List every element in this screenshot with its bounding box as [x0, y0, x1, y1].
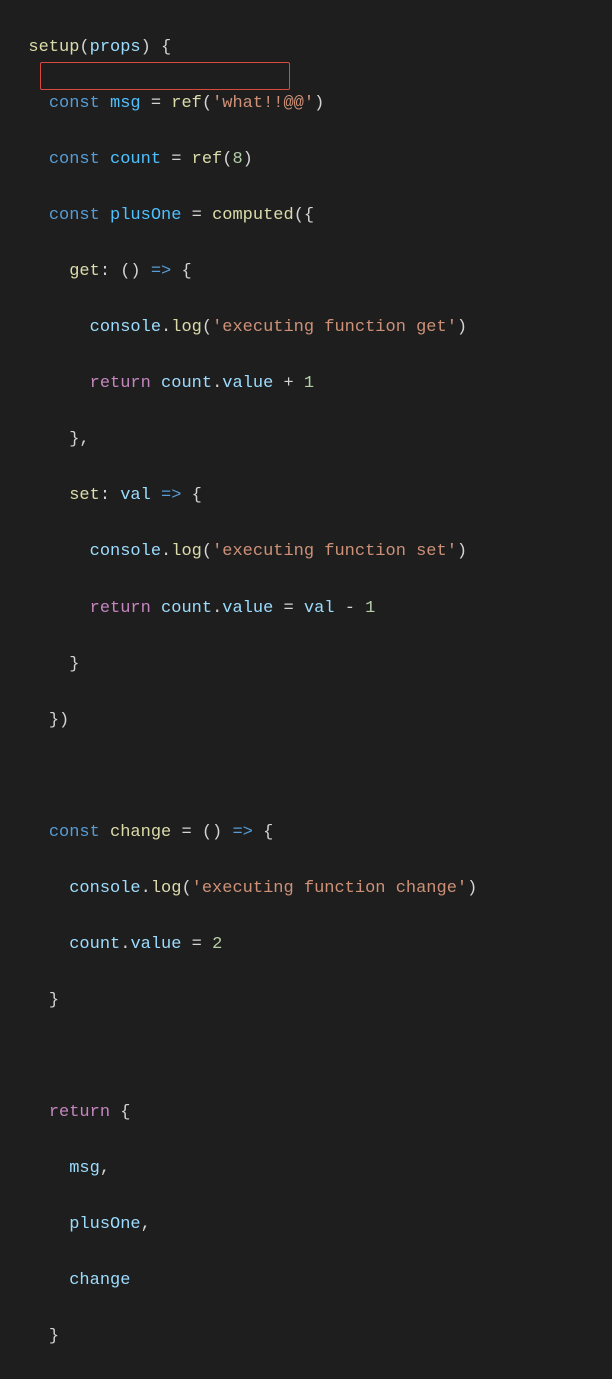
keyword: const	[49, 150, 100, 169]
number-literal: 1	[365, 599, 375, 618]
keyword: return	[90, 374, 151, 393]
code-line: return {	[8, 1099, 612, 1127]
property: value	[130, 935, 181, 954]
object: console	[69, 879, 140, 898]
code-line: const plusOne = computed({	[8, 202, 612, 230]
variable: val	[304, 599, 335, 618]
parameter: val	[120, 486, 151, 505]
function-call: ref	[192, 150, 223, 169]
property: value	[222, 599, 273, 618]
keyword: const	[49, 94, 100, 113]
number-literal: 8	[232, 150, 242, 169]
keyword: const	[49, 823, 100, 842]
method-call: log	[151, 879, 182, 898]
code-line: setup(props) {	[8, 34, 612, 62]
code-line: const change = () => {	[8, 819, 612, 847]
code-line-blank	[8, 1043, 612, 1071]
object: count	[161, 374, 212, 393]
code-line: msg,	[8, 1155, 612, 1183]
object: console	[90, 542, 161, 561]
string-literal: 'executing function get'	[212, 318, 457, 337]
string-literal: 'what!!@@'	[212, 94, 314, 113]
variable: count	[110, 150, 161, 169]
number-literal: 2	[212, 935, 222, 954]
code-line: console.log('executing function set')	[8, 538, 612, 566]
property: get	[69, 262, 100, 281]
keyword: return	[49, 1103, 110, 1122]
code-line: }	[8, 1323, 612, 1351]
object: count	[161, 599, 212, 618]
code-line: set: val => {	[8, 482, 612, 510]
code-line: return count.value = val - 1	[8, 595, 612, 623]
property: set	[69, 486, 100, 505]
method-call: log	[171, 542, 202, 561]
code-line-highlighted: const count = ref(8)	[8, 146, 612, 174]
string-literal: 'executing function set'	[212, 542, 457, 561]
code-line: }	[8, 651, 612, 679]
code-line: console.log('executing function get')	[8, 314, 612, 342]
code-line: })	[8, 707, 612, 735]
function-call: computed	[212, 206, 294, 225]
code-line: console.log('executing function change')	[8, 875, 612, 903]
keyword: const	[49, 206, 100, 225]
identifier: msg	[69, 1159, 100, 1178]
string-literal: 'executing function change'	[192, 879, 467, 898]
code-line: get: () => {	[8, 258, 612, 286]
parameter: props	[90, 38, 141, 57]
property: value	[222, 374, 273, 393]
code-line: const msg = ref('what!!@@')	[8, 90, 612, 118]
identifier: change	[69, 1271, 130, 1290]
object: count	[69, 935, 120, 954]
code-editor[interactable]: setup(props) { const msg = ref('what!!@@…	[0, 0, 612, 1379]
function-name: setup	[28, 38, 79, 57]
code-line: change	[8, 1267, 612, 1295]
code-line: }	[8, 987, 612, 1015]
method-call: log	[171, 318, 202, 337]
object: console	[90, 318, 161, 337]
code-line: },	[8, 426, 612, 454]
number-literal: 1	[304, 374, 314, 393]
variable: plusOne	[110, 206, 181, 225]
variable: change	[110, 823, 171, 842]
code-line: count.value = 2	[8, 931, 612, 959]
keyword: return	[90, 599, 151, 618]
code-line-blank	[8, 763, 612, 791]
code-line: plusOne,	[8, 1211, 612, 1239]
variable: msg	[110, 94, 141, 113]
code-line: return count.value + 1	[8, 370, 612, 398]
identifier: plusOne	[69, 1215, 140, 1234]
function-call: ref	[171, 94, 202, 113]
